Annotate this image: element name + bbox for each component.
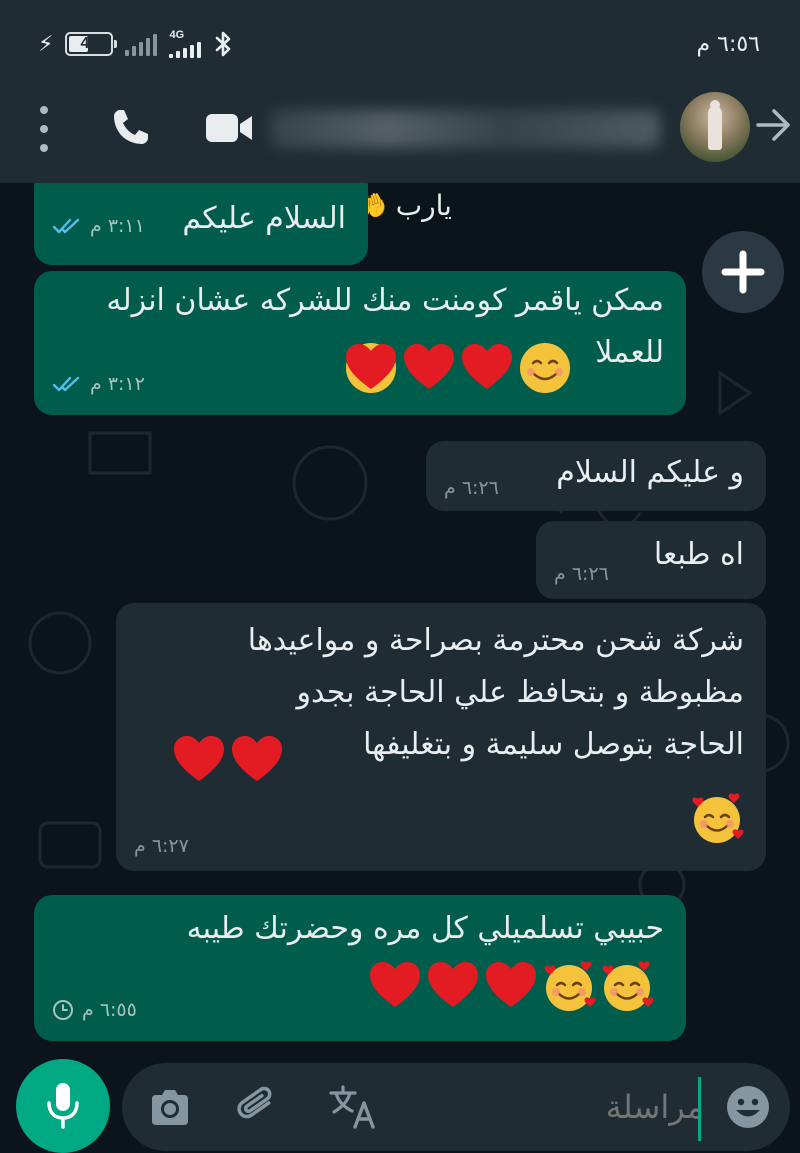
message-meta: ٦:٢٧ م: [134, 835, 189, 857]
red-heart-emoji: [462, 344, 512, 389]
message-time: ٦:٥٥ م: [82, 999, 137, 1021]
message-input[interactable]: [422, 1077, 704, 1137]
message-text: السلام عليكم: [182, 201, 346, 236]
hearts-row: [172, 731, 284, 789]
red-heart-emoji: [404, 344, 454, 389]
status-time: ٦:٥٦ م: [696, 32, 761, 57]
more-options-icon[interactable]: [36, 106, 52, 152]
microphone-icon: [47, 1083, 79, 1129]
message-bubble-outgoing[interactable]: السلام عليكم ٣:١١ م: [34, 183, 368, 265]
read-ticks-icon: [52, 218, 80, 234]
message-bubble-outgoing[interactable]: حبيبي تسلميلي كل مره وحضرتك طيبه ٦:٥٥ م: [34, 895, 686, 1041]
bluetooth-icon: [216, 31, 231, 57]
message-meta: ٣:١٢ م: [52, 373, 145, 395]
phone-call-icon[interactable]: [108, 104, 154, 150]
emoji-icon[interactable]: [724, 1083, 772, 1131]
top-bar: ⚡ 42 4G ٦:٥٦ م: [0, 0, 800, 183]
network-type: 4G: [169, 29, 185, 41]
charging-bolt-icon: ⚡: [38, 31, 54, 57]
message-time: ٦:٢٦ م: [444, 477, 499, 499]
mobile-signal-icon: [169, 42, 202, 58]
add-button[interactable]: [702, 231, 784, 313]
input-bar: [0, 1059, 800, 1153]
attach-icon[interactable]: [234, 1083, 280, 1129]
smiling-face-with-hearts-emoji: [544, 961, 596, 1011]
network-indicator: 4G: [169, 29, 202, 58]
read-ticks-icon: [52, 376, 80, 392]
camera-icon[interactable]: [148, 1085, 192, 1129]
message-meta: ٦:٢٦ م: [554, 563, 609, 585]
battery-icon: 42: [65, 32, 118, 56]
back-arrow-icon[interactable]: [754, 104, 792, 146]
message-time: ٣:١٢ م: [90, 373, 145, 395]
message-bubble-incoming[interactable]: اه طبعا ٦:٢٦ م: [536, 521, 766, 599]
emoji-row: [368, 957, 654, 1015]
smiling-face-emoji: [520, 343, 570, 393]
message-bubble-incoming[interactable]: شركة شحن محترمة بصراحة و مواعيدها مظبوطة…: [116, 603, 766, 871]
red-heart-emoji: [370, 962, 420, 1007]
message-meta: ٦:٥٥ م: [52, 999, 137, 1021]
smiling-face-with-hearts-emoji: [692, 793, 744, 843]
message-time: ٣:١١ م: [90, 215, 145, 237]
status-bar: ⚡ 42 4G ٦:٥٦ م: [0, 0, 800, 84]
translate-icon[interactable]: [328, 1083, 380, 1131]
message-time: ٦:٢٧ م: [134, 835, 189, 857]
contact-name[interactable]: ████ █████ ████: [270, 110, 660, 148]
red-heart-emoji: [232, 736, 282, 781]
message-text: اه طبعا: [653, 537, 744, 572]
video-call-icon[interactable]: [204, 108, 254, 148]
text-caret: [698, 1077, 701, 1141]
red-heart-emoji: [428, 962, 478, 1007]
message-text: و عليكم السلام: [556, 455, 744, 490]
red-heart-emoji: [486, 962, 536, 1007]
chat-area[interactable]: يارب 🤲 السلام عليكم ٣:١١ م ممكن ياقمر كو…: [0, 183, 800, 1063]
message-time: ٦:٢٦ م: [554, 563, 609, 585]
avatar[interactable]: [680, 92, 750, 162]
plus-icon: [721, 250, 765, 294]
emoji-row: [690, 789, 744, 847]
battery-percent: 42: [80, 35, 99, 52]
red-heart-emoji: [346, 344, 396, 389]
message-bubble-outgoing[interactable]: ممكن ياقمر كومنت منك للشركه عشان انزله ل…: [34, 271, 686, 415]
chat-header: ████ █████ ████: [0, 84, 800, 183]
message-meta: ٦:٢٦ م: [444, 477, 499, 499]
voice-record-button[interactable]: [16, 1059, 110, 1153]
message-text: حبيبي تسلميلي كل مره وحضرتك طيبه: [186, 911, 664, 946]
hearts-row: [344, 339, 572, 397]
signal-icon: [125, 32, 158, 56]
red-heart-emoji: [174, 736, 224, 781]
message-bubble-incoming[interactable]: و عليكم السلام ٦:٢٦ م: [426, 441, 766, 511]
status-icons: ⚡ 42 4G: [38, 28, 233, 60]
message-meta: ٣:١١ م: [52, 215, 145, 237]
clock-pending-icon: [53, 1000, 73, 1020]
smiling-face-with-hearts-emoji: [602, 961, 654, 1011]
compose-box: [122, 1063, 790, 1151]
